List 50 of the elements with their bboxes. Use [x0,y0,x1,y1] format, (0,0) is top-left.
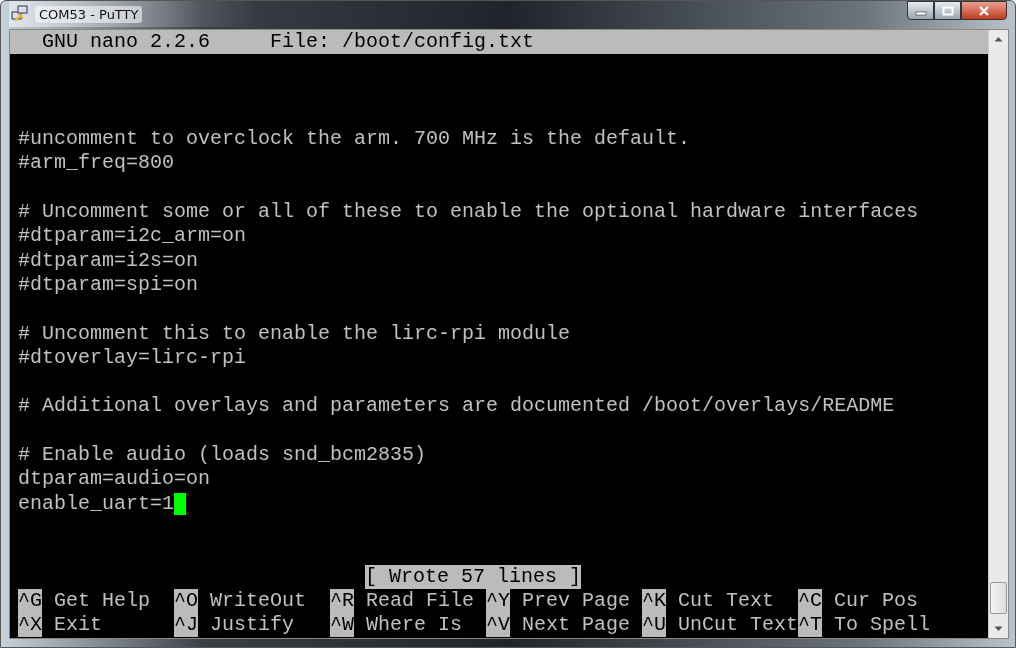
code-line: #dtparam=spi=on [18,272,199,298]
shortcut-key: ^U [642,613,667,638]
code-line: #dtoverlay=lirc-rpi [18,345,247,371]
shortcut-key: ^K [642,588,667,614]
shortcut-key: ^V [486,613,511,638]
code-line: #arm_freq=800 [18,151,175,176]
shortcut-label: Justify [210,613,295,638]
shortcut-label: Cur Pos [834,588,919,614]
shortcut-label: Where Is [366,613,463,638]
shortcut-key: ^O [174,588,199,614]
shortcut-label: Next Page [522,613,631,638]
shortcut-key: ^C [798,588,823,614]
shortcut-key: ^Y [486,588,511,614]
close-button[interactable] [961,1,1007,20]
maximize-button[interactable] [934,1,961,20]
shortcut-label: Cut Text [678,588,775,614]
shortcut-key: ^G [18,588,42,614]
maximize-icon [941,5,954,16]
scrollbar-thumb[interactable] [990,582,1007,614]
file-name: File: /boot/config.txt [270,30,535,55]
close-icon [977,4,991,17]
shortcut-key: ^W [330,613,355,638]
code-line: dtparam=audio=on [18,467,211,492]
status-message: [ Wrote 57 lines ] [364,564,581,589]
code-line: # Uncomment some or all of these to enable the optional hardware interfaces [18,200,919,225]
shortcut-label: Exit [54,613,103,638]
shortcut-label: Get Help [54,588,151,614]
code-line: # Enable audio (loads snd_bcm2835) [18,443,427,468]
code-line: #dtparam=i2c_arm=on [18,224,247,249]
window-title: COM53 - PuTTY [35,5,143,23]
shortcut-key: ^R [330,588,355,614]
shortcut-key: ^T [798,613,823,638]
shortcut-label: Read File [366,588,475,614]
code-line: #dtparam=i2s=on [18,248,199,273]
minimize-button[interactable] [907,1,934,20]
shortcut-label: To Spell [834,613,931,638]
scrollbar[interactable] [988,30,1008,638]
code-line: enable_uart=1 [18,491,175,516]
shortcut-label: Prev Page [522,588,631,614]
program-version: GNU nano 2.2.6 [42,30,212,55]
shortcut-label: WriteOut [210,588,307,614]
scroll-up-icon[interactable] [994,36,1003,42]
shortcut-key: ^J [174,613,199,638]
computers-icon [11,5,29,23]
code-line: #uncomment to overclock the arm. 700 MHz is the default. [18,127,691,152]
shortcut-key: ^X [18,613,42,638]
shortcut-label: UnCut Text [678,613,799,638]
code-line: # Additional overlays and parameters are documented /boot/overlays/README [18,394,895,419]
code-line: # Uncomment this to enable the lirc-rpi module [18,321,571,346]
scroll-down-icon[interactable] [994,626,1003,632]
